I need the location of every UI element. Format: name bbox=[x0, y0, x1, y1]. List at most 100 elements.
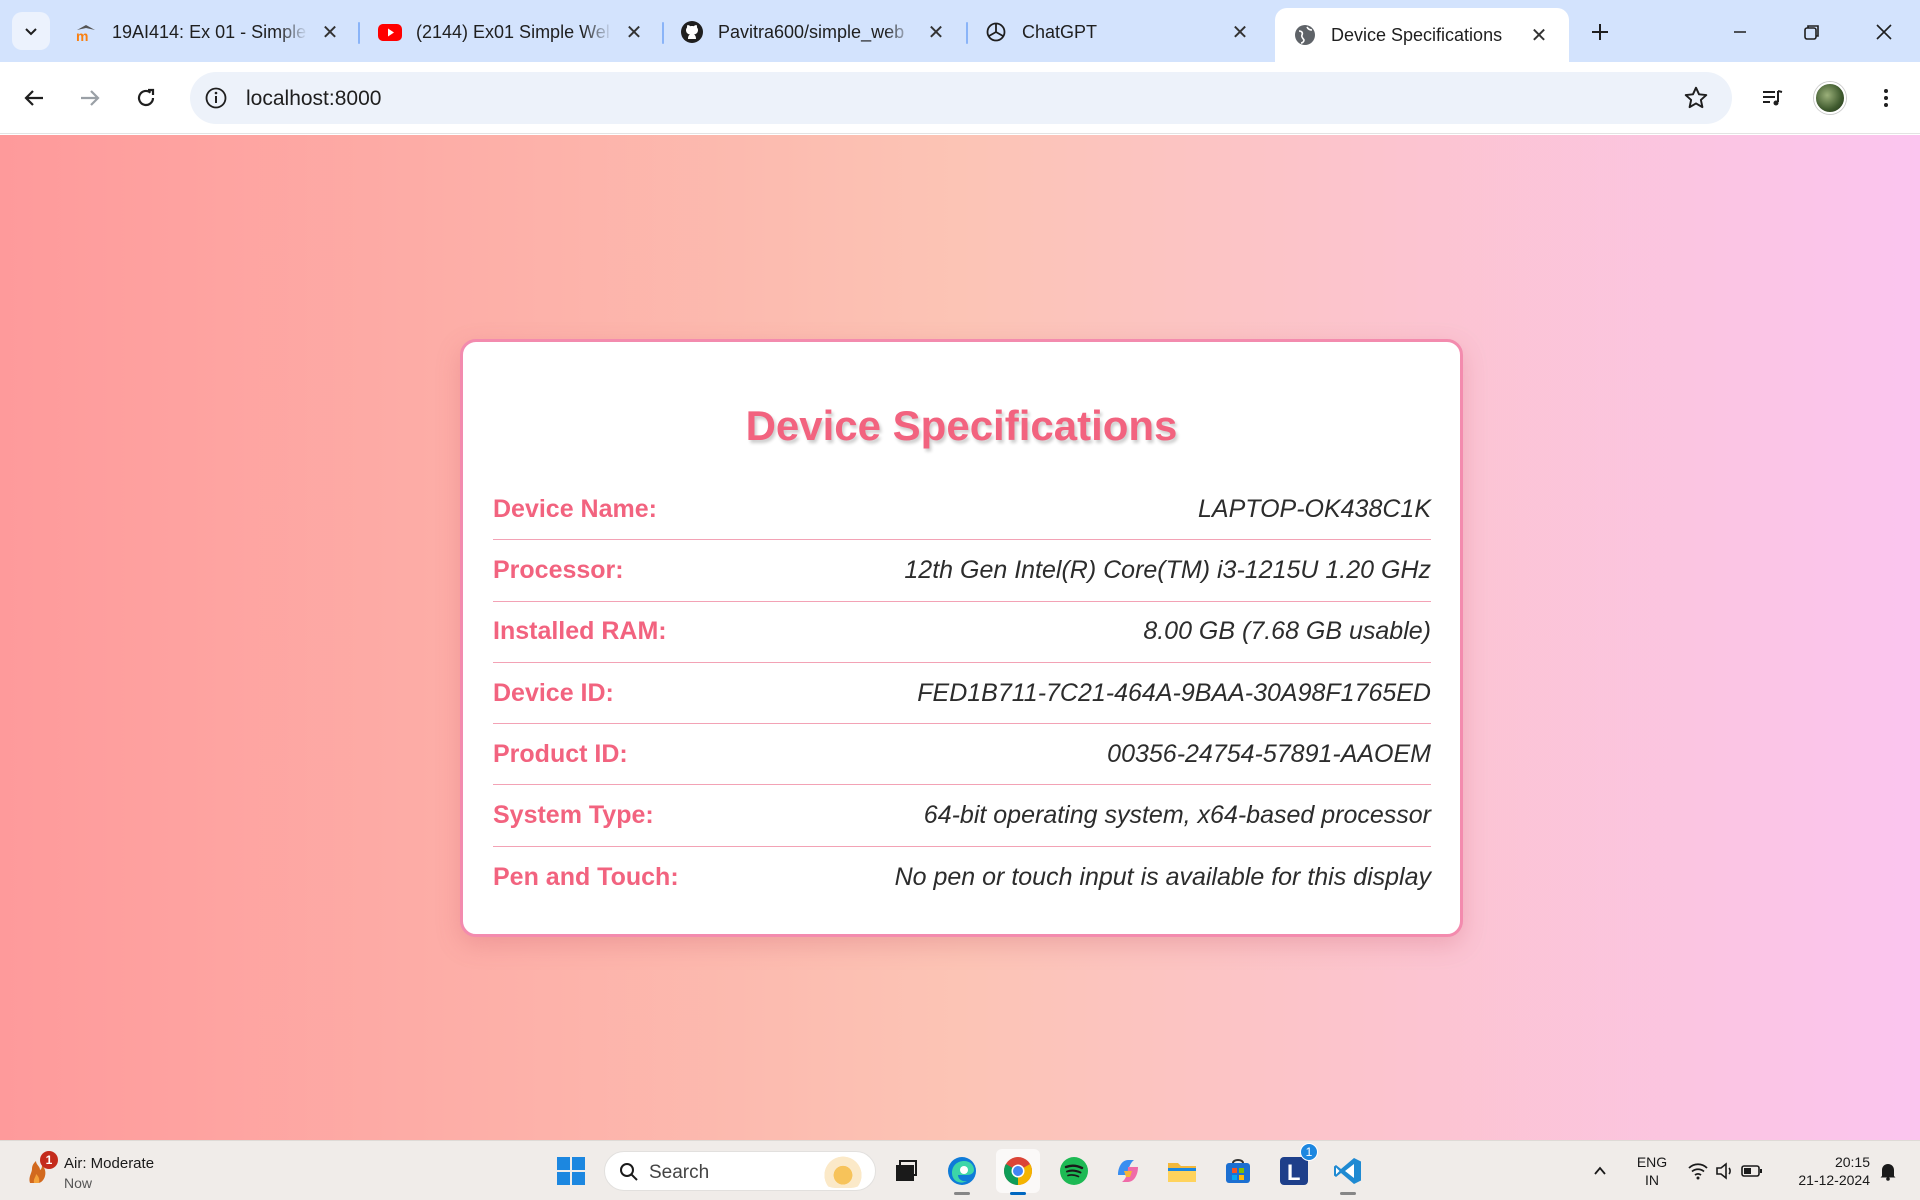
taskbar-app-copilot[interactable] bbox=[1106, 1149, 1150, 1193]
page-viewport: Device Specifications Device Name: LAPTO… bbox=[0, 135, 1920, 1140]
close-icon[interactable]: ✕ bbox=[622, 20, 646, 44]
spec-card: Device Specifications Device Name: LAPTO… bbox=[460, 339, 1463, 937]
tab-search-button[interactable] bbox=[12, 12, 50, 50]
show-hidden-icons-button[interactable] bbox=[1580, 1149, 1620, 1193]
taskbar-app-store[interactable] bbox=[1216, 1149, 1260, 1193]
search-highlight-icon bbox=[819, 1156, 867, 1188]
notifications-button[interactable] bbox=[1870, 1149, 1906, 1193]
site-info-icon[interactable] bbox=[202, 84, 230, 112]
chevron-up-icon bbox=[1594, 1166, 1606, 1175]
start-button[interactable] bbox=[549, 1149, 593, 1193]
taskbar-app-vscode[interactable] bbox=[1326, 1149, 1370, 1195]
more-vertical-icon bbox=[1884, 89, 1888, 107]
task-view-button[interactable] bbox=[884, 1149, 928, 1193]
spec-row-processor: Processor: 12th Gen Intel(R) Core(TM) i3… bbox=[493, 540, 1431, 602]
language-indicator[interactable]: ENG IN bbox=[1632, 1153, 1672, 1189]
bookmark-star-icon[interactable] bbox=[1682, 84, 1710, 112]
spec-row-installed-ram: Installed RAM: 8.00 GB (7.68 GB usable) bbox=[493, 602, 1431, 663]
vscode-icon bbox=[1334, 1158, 1361, 1184]
spec-label: Device ID: bbox=[493, 678, 614, 707]
tab-title: 19AI414: Ex 01 - Simple bbox=[112, 21, 307, 42]
new-tab-button[interactable] bbox=[1584, 16, 1616, 48]
system-clock[interactable]: 20:15 21-12-2024 bbox=[1784, 1153, 1870, 1189]
github-icon bbox=[680, 20, 704, 44]
battery-icon bbox=[1741, 1165, 1762, 1177]
taskbar-app-chrome[interactable] bbox=[996, 1149, 1040, 1195]
spec-row-device-name: Device Name: LAPTOP-OK438C1K bbox=[493, 479, 1431, 541]
spec-row-product-id: Product ID: 00356-24754-57891-AAOEM bbox=[493, 724, 1431, 786]
taskbar-app-lexicon[interactable]: L 1 bbox=[1272, 1143, 1318, 1193]
taskbar-app-file-explorer[interactable] bbox=[1160, 1149, 1204, 1193]
arrow-left-icon bbox=[24, 90, 43, 106]
spec-label: Product ID: bbox=[493, 739, 628, 768]
browser-menu-button[interactable] bbox=[1866, 78, 1906, 118]
spec-value: 64-bit operating system, x64-based proce… bbox=[923, 801, 1431, 830]
bell-icon bbox=[1880, 1164, 1896, 1181]
quick-settings-button[interactable] bbox=[1680, 1149, 1770, 1193]
spotify-icon bbox=[1060, 1157, 1088, 1185]
weather-widget[interactable]: 1 Air: Moderate Now bbox=[22, 1149, 182, 1193]
tab-title: Device Specifications bbox=[1331, 24, 1503, 45]
page-title: Device Specifications bbox=[745, 402, 1178, 449]
clock-time: 20:15 bbox=[1834, 1154, 1870, 1170]
taskbar-search[interactable]: Search bbox=[604, 1151, 876, 1191]
tab-youtube[interactable]: (2144) Ex01 Simple Wel ✕ bbox=[378, 12, 646, 52]
volume-icon bbox=[1716, 1162, 1731, 1180]
tab-chatgpt[interactable]: ChatGPT ✕ bbox=[984, 12, 1252, 52]
spec-value: No pen or touch input is available for t… bbox=[894, 862, 1431, 891]
tab-title: Pavitra600/simple_web bbox=[718, 21, 905, 42]
search-label: Search bbox=[649, 1162, 710, 1183]
plus-icon bbox=[1592, 24, 1608, 40]
spec-label: Device Name: bbox=[493, 494, 657, 523]
chevron-down-icon bbox=[25, 28, 37, 36]
url-text[interactable]: localhost:8000 bbox=[246, 87, 381, 111]
reload-icon bbox=[137, 88, 155, 107]
windows-icon bbox=[557, 1157, 585, 1185]
notification-badge: 1 bbox=[40, 1151, 58, 1169]
tab-moodle[interactable]: m 19AI414: Ex 01 - Simple ✕ bbox=[74, 12, 342, 52]
reload-button[interactable] bbox=[126, 78, 166, 118]
back-button[interactable] bbox=[14, 78, 54, 118]
tab-separator bbox=[662, 22, 664, 44]
spec-list: Device Name: LAPTOP-OK438C1K Processor: … bbox=[493, 479, 1431, 908]
svg-text:L: L bbox=[1287, 1160, 1300, 1185]
spec-value: 00356-24754-57891-AAOEM bbox=[1107, 739, 1431, 768]
address-bar[interactable]: localhost:8000 bbox=[190, 72, 1732, 124]
browser-toolbar: localhost:8000 bbox=[0, 62, 1920, 134]
edge-icon bbox=[948, 1157, 976, 1185]
globe-icon bbox=[1293, 23, 1317, 47]
lexicon-l-icon: L bbox=[1280, 1157, 1308, 1185]
media-control-button[interactable] bbox=[1752, 78, 1792, 118]
close-icon[interactable]: ✕ bbox=[924, 20, 948, 44]
chrome-icon bbox=[1004, 1157, 1032, 1185]
close-window-button[interactable] bbox=[1864, 12, 1904, 52]
minimize-button[interactable] bbox=[1720, 12, 1760, 52]
weather-subtitle: Now bbox=[64, 1175, 93, 1191]
tab-strip: m 19AI414: Ex 01 - Simple ✕ (2144) Ex01 … bbox=[0, 0, 1920, 62]
tab-github[interactable]: Pavitra600/simple_web ✕ bbox=[680, 12, 948, 52]
copilot-icon bbox=[1118, 1160, 1138, 1182]
clock-date: 21-12-2024 bbox=[1798, 1172, 1870, 1188]
tab-separator bbox=[966, 22, 968, 44]
profile-avatar[interactable] bbox=[1814, 82, 1846, 114]
spec-value: 12th Gen Intel(R) Core(TM) i3-1215U 1.20… bbox=[904, 555, 1431, 584]
taskbar-app-edge[interactable] bbox=[940, 1149, 984, 1195]
forward-button[interactable] bbox=[70, 78, 110, 118]
arrow-right-icon bbox=[81, 90, 100, 106]
spec-row-pen-and-touch: Pen and Touch: No pen or touch input is … bbox=[493, 847, 1431, 908]
spec-label: Installed RAM: bbox=[493, 617, 667, 646]
restore-button[interactable] bbox=[1792, 12, 1832, 52]
taskbar: 1 Air: Moderate Now Search L 1 ENG IN 20… bbox=[0, 1140, 1920, 1200]
taskbar-app-spotify[interactable] bbox=[1052, 1149, 1096, 1193]
tab-title: ChatGPT bbox=[1022, 21, 1098, 42]
notification-badge: 1 bbox=[1300, 1143, 1318, 1161]
close-icon[interactable]: ✕ bbox=[1527, 23, 1551, 47]
spec-label: Pen and Touch: bbox=[493, 862, 679, 891]
tab-device-specifications[interactable]: Device Specifications ✕ bbox=[1275, 8, 1569, 62]
spec-value: 8.00 GB (7.68 GB usable) bbox=[1143, 617, 1431, 646]
playlist-icon bbox=[1763, 90, 1783, 106]
close-icon[interactable]: ✕ bbox=[1228, 20, 1252, 44]
close-icon[interactable]: ✕ bbox=[318, 20, 342, 44]
spec-row-system-type: System Type: 64-bit operating system, x6… bbox=[493, 785, 1431, 847]
spec-row-device-id: Device ID: FED1B711-7C21-464A-9BAA-30A98… bbox=[493, 663, 1431, 725]
